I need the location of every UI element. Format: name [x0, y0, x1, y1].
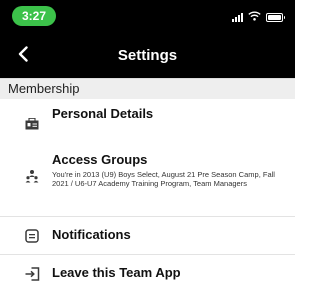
back-button[interactable]: [8, 41, 38, 71]
status-icons: [232, 8, 285, 26]
divider: [0, 216, 295, 217]
status-bar: 3:27: [0, 0, 295, 34]
wifi-icon: [248, 8, 261, 26]
status-time: 3:27: [12, 6, 56, 26]
nav-bar: Settings: [0, 34, 295, 78]
settings-item-label: Notifications: [52, 227, 131, 242]
message-icon: [24, 228, 40, 244]
settings-item-label: Leave this Team App: [52, 265, 181, 280]
section-header-membership: Membership: [0, 78, 295, 99]
divider: [0, 254, 295, 255]
settings-item-label: Access Groups: [52, 152, 148, 167]
people-icon: [24, 168, 40, 184]
settings-item-access-groups[interactable]: Access Groups You're in 2013 (U9) Boys S…: [0, 148, 295, 210]
signal-icon: [232, 12, 243, 22]
settings-item-notifications[interactable]: Notifications: [0, 220, 295, 250]
battery-icon: [266, 12, 285, 22]
exit-icon: [24, 266, 40, 282]
id-card-icon: [24, 116, 40, 132]
page-title: Settings: [117, 47, 178, 64]
access-groups-description: You're in 2013 (U9) Boys Select, August …: [52, 170, 275, 188]
settings-item-personal-details[interactable]: Personal Details: [0, 100, 295, 142]
settings-item-label: Personal Details: [52, 106, 154, 121]
chevron-left-icon: [18, 45, 28, 67]
settings-item-leave-team-app[interactable]: Leave this Team App: [0, 258, 295, 288]
